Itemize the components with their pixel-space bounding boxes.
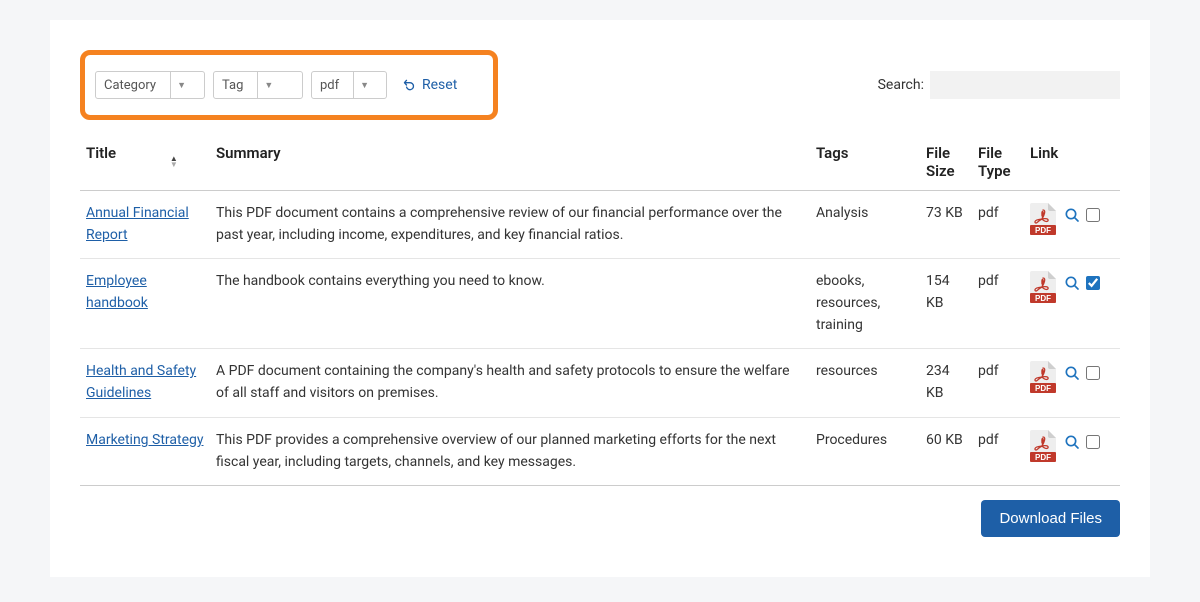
tag-select-label: Tag — [222, 78, 257, 93]
category-select-label: Category — [104, 78, 170, 93]
document-size: 154 KB — [920, 259, 972, 349]
chevron-down-icon: ▼ — [257, 72, 273, 98]
document-summary: This PDF document contains a comprehensi… — [210, 191, 810, 259]
file-link[interactable]: PDF — [1030, 271, 1056, 311]
document-type: pdf — [972, 349, 1024, 417]
svg-text:PDF: PDF — [1035, 453, 1051, 462]
pdf-file-icon: PDF — [1030, 361, 1056, 393]
column-header-type[interactable]: File Type — [972, 136, 1024, 191]
pdf-file-icon: PDF — [1030, 271, 1056, 303]
document-size: 234 KB — [920, 349, 972, 417]
column-header-tags[interactable]: Tags — [810, 136, 920, 191]
search-block: Search: — [878, 71, 1120, 99]
table-row: Marketing Strategy This PDF provides a co… — [80, 417, 1120, 485]
document-title-link[interactable]: Employee handbook — [86, 273, 148, 311]
search-label: Search: — [878, 77, 924, 93]
table-row: Annual Financial Report This PDF document… — [80, 191, 1120, 259]
document-size: 60 KB — [920, 417, 972, 485]
download-files-button[interactable]: Download Files — [981, 500, 1120, 537]
preview-icon[interactable] — [1064, 275, 1080, 291]
undo-icon — [403, 78, 417, 92]
filetype-select-label: pdf — [320, 78, 353, 93]
row-checkbox[interactable] — [1086, 366, 1100, 380]
chevron-down-icon: ▼ — [353, 72, 369, 98]
table-row: Employee handbook The handbook contains e… — [80, 259, 1120, 349]
document-tags: ebooks, resources, training — [810, 259, 920, 349]
table-row: Health and Safety Guidelines A PDF docume… — [80, 349, 1120, 417]
document-summary: This PDF provides a comprehensive overvi… — [210, 417, 810, 485]
reset-button[interactable]: Reset — [403, 77, 457, 93]
document-tags: resources — [810, 349, 920, 417]
search-input[interactable] — [930, 71, 1120, 99]
document-size: 73 KB — [920, 191, 972, 259]
row-checkbox[interactable] — [1086, 435, 1100, 449]
category-select[interactable]: Category ▼ — [95, 71, 205, 99]
column-header-summary[interactable]: Summary — [210, 136, 810, 191]
tag-select[interactable]: Tag ▼ — [213, 71, 303, 99]
svg-text:PDF: PDF — [1035, 294, 1051, 303]
document-title-link[interactable]: Annual Financial Report — [86, 205, 189, 243]
document-type: pdf — [972, 191, 1024, 259]
reset-label: Reset — [422, 77, 457, 93]
svg-text:PDF: PDF — [1035, 384, 1051, 393]
file-link[interactable]: PDF — [1030, 361, 1056, 401]
column-header-title[interactable]: Title ▲ ▼ — [80, 136, 210, 191]
document-type: pdf — [972, 417, 1024, 485]
filters-highlight: Category ▼ Tag ▼ pdf ▼ Reset — [80, 50, 498, 120]
file-link[interactable]: PDF — [1030, 430, 1056, 470]
sort-indicator: ▲ ▼ — [170, 156, 178, 168]
sort-desc-icon: ▼ — [170, 162, 178, 168]
svg-text:PDF: PDF — [1035, 226, 1051, 235]
filetype-select[interactable]: pdf ▼ — [311, 71, 387, 99]
pdf-file-icon: PDF — [1030, 430, 1056, 462]
column-header-link[interactable]: Link — [1024, 136, 1120, 191]
preview-icon[interactable] — [1064, 365, 1080, 381]
row-checkbox[interactable] — [1086, 208, 1100, 222]
document-summary: The handbook contains everything you nee… — [210, 259, 810, 349]
document-tags: Procedures — [810, 417, 920, 485]
document-type: pdf — [972, 259, 1024, 349]
document-tags: Analysis — [810, 191, 920, 259]
documents-table: Title ▲ ▼ Summary Tags File Size File Ty… — [80, 136, 1120, 486]
column-header-size[interactable]: File Size — [920, 136, 972, 191]
file-link[interactable]: PDF — [1030, 203, 1056, 243]
document-title-link[interactable]: Marketing Strategy — [86, 432, 203, 448]
document-title-link[interactable]: Health and Safety Guidelines — [86, 363, 196, 401]
document-summary: A PDF document containing the company's … — [210, 349, 810, 417]
header-title-text: Title — [86, 144, 116, 162]
row-checkbox[interactable] — [1086, 276, 1100, 290]
chevron-down-icon: ▼ — [170, 72, 186, 98]
preview-icon[interactable] — [1064, 434, 1080, 450]
pdf-file-icon: PDF — [1030, 203, 1056, 235]
preview-icon[interactable] — [1064, 207, 1080, 223]
